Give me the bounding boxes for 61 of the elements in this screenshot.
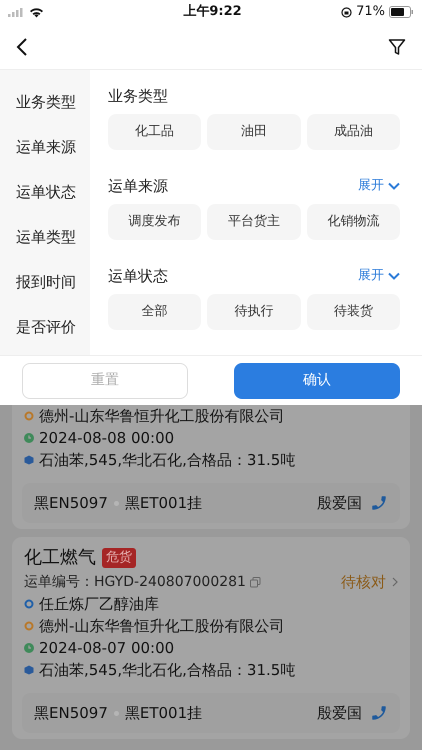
filter-icon[interactable] [388,38,406,56]
hazard-tag: 危货 [102,548,136,568]
trailer-number: 黑ET001挂 [124,702,202,724]
filter-option[interactable]: 油田 [207,114,301,150]
order-detail-text: 德州-山东华鲁恒升化工股份有限公司 [39,406,284,427]
filter-option[interactable]: 平台货主 [207,204,301,240]
chevron-down-icon [388,272,400,280]
plate-number: 黑EN5097 [34,702,108,724]
battery-percent: 71% [356,3,385,22]
clock-icon [24,643,34,653]
sidebar-item[interactable]: 运单状态 [0,170,90,215]
sidebar-item[interactable]: 报到时间 [0,260,90,305]
sidebar-item[interactable]: 业务类型 [0,80,90,125]
filter-option[interactable]: 待执行 [207,294,301,330]
filter-option[interactable]: 待装货 [306,294,400,330]
order-detail-text: 石油苯,545,华北石化,合格品：31.5吨 [39,450,296,471]
rotation-lock-icon [341,6,352,18]
order-status: 待核对 [341,572,386,593]
origin-ring-icon [24,599,34,609]
clock-icon [24,433,34,443]
order-detail-text: 任丘炼厂乙醇油库 [39,594,159,615]
filter-option[interactable]: 化工品 [108,114,202,150]
chevron-down-icon [388,182,400,190]
confirm-button[interactable]: 确认 [234,362,400,398]
back-icon[interactable] [16,36,28,56]
cargo-type-title: 化工燃气 [24,546,96,570]
expand-button[interactable]: 展开 [358,266,400,286]
order-card[interactable]: 化工燃气 危货 运单编号：HGYD-240807000281 待核对 任丘炼厂乙醇油库 德州-山东华鲁恒升化工股份有限公司 2024-08-07 00:00 石油苯,545,华北石化,合格品：31.5吨 黑EN5097 黑ET001挂 殷爱国 [12,537,410,739]
section-title: 运单来源 [108,176,168,197]
section-title: 业务类型 [108,86,168,107]
cube-icon [24,665,34,675]
order-card[interactable]: 德州-山东华鲁恒升化工股份有限公司 2024-08-08 00:00 石油苯,545,华北石化,合格品：31.5吨 黑EN5097 黑ET001挂 殷爱国 [12,405,410,529]
section-title: 运单状态 [108,266,168,287]
order-number: 运单编号：HGYD-240807000281 [24,572,246,592]
filter-option[interactable]: 调度发布 [108,204,202,240]
filter-option[interactable]: 成品油 [306,114,400,150]
destination-ring-icon [24,621,34,631]
phone-icon[interactable] [370,704,388,722]
order-detail-text: 2024-08-08 00:00 [39,428,174,449]
copy-icon[interactable] [250,576,261,588]
order-detail-text: 德州-山东华鲁恒升化工股份有限公司 [39,616,284,637]
cube-icon [24,455,34,465]
sidebar-item[interactable]: 运单来源 [0,125,90,170]
destination-ring-icon [24,411,34,421]
expand-button[interactable]: 展开 [358,176,400,196]
sidebar-item[interactable]: 运单类型 [0,215,90,260]
chevron-right-icon [392,577,398,587]
sidebar-item[interactable]: 是否评价 [0,305,90,350]
signal-icon [8,8,24,16]
order-detail-text: 石油苯,545,华北石化,合格品：31.5吨 [39,660,296,681]
phone-icon[interactable] [370,494,388,512]
wifi-icon [29,6,44,18]
order-detail-text: 2024-08-07 00:00 [39,638,174,659]
filter-option[interactable]: 全部 [108,294,202,330]
driver-name: 殷爱国 [317,702,362,724]
driver-name: 殷爱国 [317,492,362,514]
filter-option[interactable]: 化销物流 [306,204,400,240]
plate-number: 黑EN5097 [34,492,108,514]
battery-icon [389,6,414,18]
trailer-number: 黑ET001挂 [124,492,202,514]
status-time: 上午9:22 [183,3,242,22]
